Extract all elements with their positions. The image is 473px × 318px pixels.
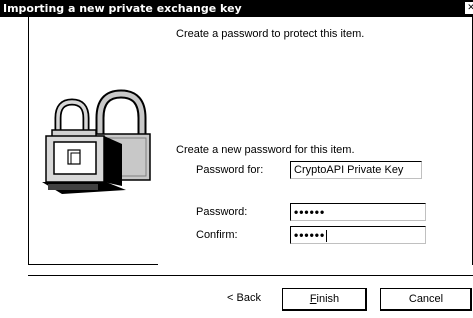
section-label: Create a new password for this item.: [176, 144, 355, 156]
import-key-dialog: Importing a new private exchange key ✕ C…: [0, 0, 473, 318]
password-for-label: Password for:: [196, 164, 264, 176]
title-bar[interactable]: Importing a new private exchange key ✕: [0, 0, 473, 17]
finish-label: inish: [316, 293, 340, 305]
close-icon[interactable]: ✕: [465, 2, 473, 14]
button-separator: [28, 275, 473, 276]
intro-text: Create a password to protect this item.: [176, 28, 365, 40]
cancel-button[interactable]: Cancel: [380, 288, 472, 311]
window-title: Importing a new private exchange key: [3, 2, 242, 15]
confirm-field[interactable]: ••••••: [290, 226, 426, 244]
password-field[interactable]: ••••••: [290, 203, 426, 221]
padlock-computer-icon: [42, 89, 151, 194]
confirm-value: ••••••: [294, 228, 326, 242]
finish-button[interactable]: Finish: [282, 288, 367, 311]
back-button[interactable]: < Back: [206, 288, 282, 311]
confirm-label: Confirm:: [196, 229, 238, 241]
text-caret: [326, 229, 328, 242]
password-value: ••••••: [294, 205, 326, 219]
password-label: Password:: [196, 206, 248, 218]
finish-mnemonic: F: [309, 293, 317, 305]
password-for-field[interactable]: CryptoAPI Private Key: [290, 161, 422, 179]
